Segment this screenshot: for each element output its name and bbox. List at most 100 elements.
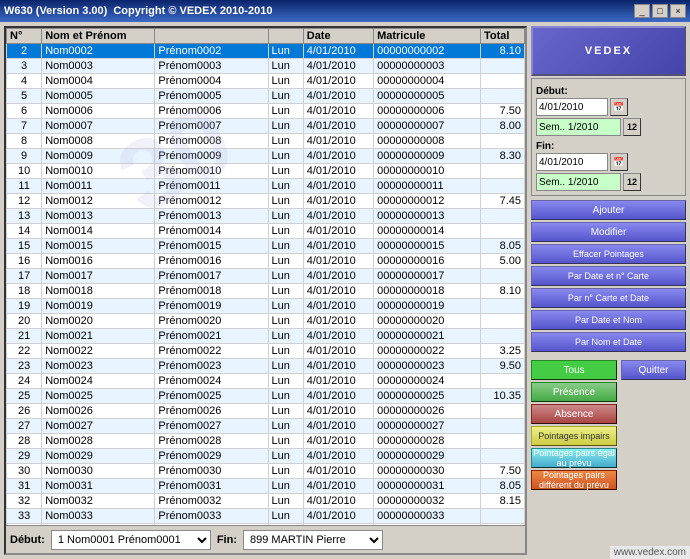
table-row[interactable]: 24 Nom0024 Prénom0024 Lun 4/01/2010 0000… [7,374,525,389]
cell-date: 4/01/2010 [303,404,373,419]
table-row[interactable]: 25 Nom0025 Prénom0025 Lun 4/01/2010 0000… [7,389,525,404]
table-row[interactable]: 20 Nom0020 Prénom0020 Lun 4/01/2010 0000… [7,314,525,329]
cell-total [480,179,524,194]
pointages-pairs-diff-button[interactable]: Pointages pairs différent du prévu [531,470,617,490]
effacer-pointages-button[interactable]: Effacer Pointages [531,244,686,264]
table-row[interactable]: 7 Nom0007 Prénom0007 Lun 4/01/2010 00000… [7,119,525,134]
fin-section-label: Fin: [536,141,681,152]
modifier-button[interactable]: Modifier [531,222,686,242]
minimize-button[interactable]: _ [634,4,650,18]
cell-total: 8.10 [480,284,524,299]
table-row[interactable]: 23 Nom0023 Prénom0023 Lun 4/01/2010 0000… [7,359,525,374]
table-scroll-area[interactable]: N° Nom et Prénom Date Matricule Total 2 … [6,28,525,525]
pointages-pairs-egal-button[interactable]: Pointages pairs égal au prévu [531,448,617,468]
bottom-fin-select[interactable]: 899 MARTIN Pierre [243,530,383,550]
fin-date-input[interactable] [536,153,608,171]
absence-button[interactable]: Absence [531,404,617,424]
cell-day: Lun [268,434,303,449]
par-carte-date-button[interactable]: Par n° Carte et Date [531,288,686,308]
cell-nom: Nom0024 [42,374,155,389]
table-row[interactable]: 19 Nom0019 Prénom0019 Lun 4/01/2010 0000… [7,299,525,314]
table-row[interactable]: 9 Nom0009 Prénom0009 Lun 4/01/2010 00000… [7,149,525,164]
table-row[interactable]: 27 Nom0027 Prénom0027 Lun 4/01/2010 0000… [7,419,525,434]
table-row[interactable]: 30 Nom0030 Prénom0030 Lun 4/01/2010 0000… [7,464,525,479]
cell-mat: 00000000021 [374,329,481,344]
table-row[interactable]: 31 Nom0031 Prénom0031 Lun 4/01/2010 0000… [7,479,525,494]
cell-mat: 00000000015 [374,239,481,254]
cell-date: 4/01/2010 [303,479,373,494]
cell-total: 7.45 [480,194,524,209]
table-row[interactable]: 32 Nom0032 Prénom0032 Lun 4/01/2010 0000… [7,494,525,509]
debut-date-input[interactable] [536,98,608,116]
cell-mat: 00000000012 [374,194,481,209]
table-row[interactable]: 28 Nom0028 Prénom0028 Lun 4/01/2010 0000… [7,434,525,449]
fin-sem-input[interactable] [536,173,621,191]
fin-calendar-button[interactable]: 📅 [610,153,628,171]
cell-total [480,74,524,89]
cell-nom: Nom0009 [42,149,155,164]
table-row[interactable]: 22 Nom0022 Prénom0022 Lun 4/01/2010 0000… [7,344,525,359]
table-row[interactable]: 29 Nom0029 Prénom0029 Lun 4/01/2010 0000… [7,449,525,464]
close-button[interactable]: × [670,4,686,18]
table-row[interactable]: 4 Nom0004 Prénom0004 Lun 4/01/2010 00000… [7,74,525,89]
debut-sem-button[interactable]: 12 [623,118,641,136]
table-row[interactable]: 14 Nom0014 Prénom0014 Lun 4/01/2010 0000… [7,224,525,239]
ajouter-button[interactable]: Ajouter [531,200,686,220]
table-row[interactable]: 26 Nom0026 Prénom0026 Lun 4/01/2010 0000… [7,404,525,419]
cell-nom: Nom0029 [42,449,155,464]
cell-total [480,134,524,149]
table-row[interactable]: 33 Nom0033 Prénom0033 Lun 4/01/2010 0000… [7,509,525,524]
tous-button[interactable]: Tous [531,360,617,380]
cell-total: 9.50 [480,359,524,374]
right-panel: VEDEX Début: 📅 12 Fin: 📅 12 [531,26,686,555]
table-row[interactable]: 2 Nom0002 Prénom0002 Lun 4/01/2010 00000… [7,44,525,59]
cell-prenom: Prénom0017 [155,269,268,284]
cell-total [480,449,524,464]
cell-num: 18 [7,284,42,299]
quitter-button[interactable]: Quitter [621,360,686,380]
cell-date: 4/01/2010 [303,59,373,74]
cell-day: Lun [268,239,303,254]
cell-date: 4/01/2010 [303,314,373,329]
table-row[interactable]: 5 Nom0005 Prénom0005 Lun 4/01/2010 00000… [7,89,525,104]
maximize-button[interactable]: □ [652,4,668,18]
table-row[interactable]: 18 Nom0018 Prénom0018 Lun 4/01/2010 0000… [7,284,525,299]
cell-num: 14 [7,224,42,239]
table-row[interactable]: 17 Nom0017 Prénom0017 Lun 4/01/2010 0000… [7,269,525,284]
cell-nom: Nom0019 [42,299,155,314]
par-date-nom-button[interactable]: Par Date et Nom [531,310,686,330]
cell-num: 7 [7,119,42,134]
cell-total: 5.00 [480,254,524,269]
cell-total: 8.15 [480,494,524,509]
table-row[interactable]: 16 Nom0016 Prénom0016 Lun 4/01/2010 0000… [7,254,525,269]
table-row[interactable]: 11 Nom0011 Prénom0011 Lun 4/01/2010 0000… [7,179,525,194]
table-row[interactable]: 3 Nom0003 Prénom0003 Lun 4/01/2010 00000… [7,59,525,74]
fin-sem-button[interactable]: 12 [623,173,641,191]
table-row[interactable]: 21 Nom0021 Prénom0021 Lun 4/01/2010 0000… [7,329,525,344]
par-date-carte-button[interactable]: Par Date et n° Carte [531,266,686,286]
table-row[interactable]: 6 Nom0006 Prénom0006 Lun 4/01/2010 00000… [7,104,525,119]
table-row[interactable]: 10 Nom0010 Prénom0010 Lun 4/01/2010 0000… [7,164,525,179]
presence-button[interactable]: Présence [531,382,617,402]
cell-nom: Nom0030 [42,464,155,479]
cell-prenom: Prénom0019 [155,299,268,314]
debut-sem-input[interactable] [536,118,621,136]
cell-nom: Nom0015 [42,239,155,254]
cell-day: Lun [268,284,303,299]
table-row[interactable]: 13 Nom0013 Prénom0013 Lun 4/01/2010 0000… [7,209,525,224]
table-row[interactable]: 8 Nom0008 Prénom0008 Lun 4/01/2010 00000… [7,134,525,149]
cell-mat: 00000000033 [374,509,481,524]
debut-calendar-button[interactable]: 📅 [610,98,628,116]
cell-date: 4/01/2010 [303,434,373,449]
pointages-impairs-button[interactable]: Pointages impairs [531,426,617,446]
cell-mat: 00000000013 [374,209,481,224]
bottom-debut-select[interactable]: 1 Nom0001 Prénom0001 [51,530,211,550]
cell-prenom: Prénom0016 [155,254,268,269]
cell-nom: Nom0014 [42,224,155,239]
table-row[interactable]: 15 Nom0015 Prénom0015 Lun 4/01/2010 0000… [7,239,525,254]
cell-date: 4/01/2010 [303,164,373,179]
cell-prenom: Prénom0025 [155,389,268,404]
cell-day: Lun [268,404,303,419]
table-row[interactable]: 12 Nom0012 Prénom0012 Lun 4/01/2010 0000… [7,194,525,209]
par-nom-date-button[interactable]: Par Nom et Date [531,332,686,352]
